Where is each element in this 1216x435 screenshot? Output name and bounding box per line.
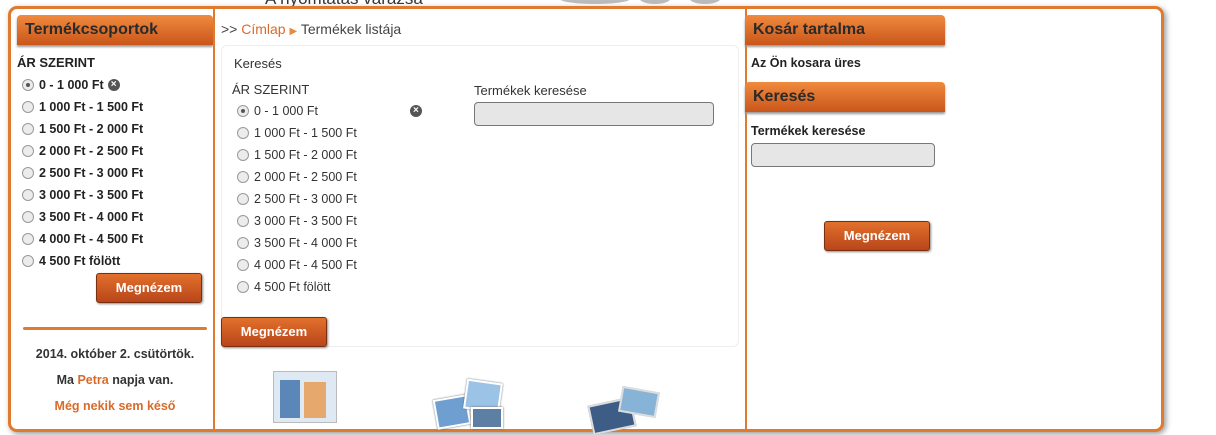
- search-panel: Keresés ÁR SZERINT 0 - 1 000 Ft × 1 000 Ft…: [221, 45, 739, 347]
- logo-decoration: [640, 0, 670, 4]
- price-option[interactable]: 2 500 Ft - 3 000 Ft: [17, 162, 213, 184]
- price-filter-options: 0 - 1 000 Ft × 1 000 Ft - 1 500 Ft 1 500 Ft…: [17, 74, 213, 272]
- price-option[interactable]: 3 500 Ft - 4 000 Ft: [232, 232, 442, 254]
- price-option-label: 4 000 Ft - 4 500 Ft: [254, 258, 357, 272]
- view-button[interactable]: Megnézem: [96, 273, 202, 303]
- price-filter-title: ÁR SZERINT: [232, 82, 310, 97]
- radio-button[interactable]: [237, 259, 249, 271]
- search-input[interactable]: [751, 143, 935, 167]
- price-filter-title: ÁR SZERINT: [17, 55, 95, 70]
- product-thumbnail[interactable]: [432, 378, 505, 430]
- radio-button[interactable]: [22, 145, 34, 157]
- price-option[interactable]: 3 500 Ft - 4 000 Ft: [17, 206, 213, 228]
- radio-button[interactable]: [237, 171, 249, 183]
- price-option[interactable]: 0 - 1 000 Ft ×: [17, 74, 213, 96]
- view-button[interactable]: Megnézem: [824, 221, 930, 251]
- search-panel-title: Keresés: [234, 56, 282, 71]
- divider: [23, 327, 207, 330]
- price-option-label: 2 500 Ft - 3 000 Ft: [39, 166, 144, 180]
- radio-button[interactable]: [237, 105, 249, 117]
- price-option-label: 1 000 Ft - 1 500 Ft: [254, 126, 357, 140]
- price-option-label: 0 - 1 000 Ft: [254, 104, 318, 118]
- radio-button[interactable]: [22, 211, 34, 223]
- price-option-label: 3 000 Ft - 3 500 Ft: [39, 188, 144, 202]
- price-option[interactable]: 4 500 Ft fölött: [232, 276, 442, 298]
- price-option-label: 2 000 Ft - 2 500 Ft: [39, 144, 144, 158]
- nameday-prefix: Ma: [56, 373, 74, 387]
- price-option-label: 2 000 Ft - 2 500 Ft: [254, 170, 357, 184]
- price-option-label: 1 500 Ft - 2 000 Ft: [254, 148, 357, 162]
- price-option[interactable]: 4 000 Ft - 4 500 Ft: [17, 228, 213, 250]
- breadcrumb-home-link[interactable]: Címlap: [241, 21, 285, 37]
- nameday-name: Petra: [77, 373, 109, 387]
- radio-button[interactable]: [237, 281, 249, 293]
- radio-button[interactable]: [22, 123, 34, 135]
- price-option-label: 4 000 Ft - 4 500 Ft: [39, 232, 144, 246]
- price-option[interactable]: 3 000 Ft - 3 500 Ft: [232, 210, 442, 232]
- breadcrumb-current: Termékek listája: [300, 21, 402, 37]
- breadcrumb: >> Címlap ▶ Termékek listája: [215, 9, 745, 37]
- nameday-text: Ma Petra napja van.: [17, 373, 213, 387]
- price-option-label: 4 500 Ft fölött: [39, 254, 121, 268]
- price-option-label: 1 000 Ft - 1 500 Ft: [39, 100, 144, 114]
- radio-button[interactable]: [22, 79, 34, 91]
- nameday-suffix: napja van.: [112, 373, 174, 387]
- radio-button[interactable]: [22, 189, 34, 201]
- search-input[interactable]: [474, 102, 714, 126]
- radio-button[interactable]: [237, 193, 249, 205]
- price-option[interactable]: 4 500 Ft fölött: [17, 250, 213, 272]
- price-option-label: 3 500 Ft - 4 000 Ft: [39, 210, 144, 224]
- search-header: Keresés: [745, 82, 945, 112]
- radio-button[interactable]: [237, 149, 249, 161]
- price-option-label: 4 500 Ft fölött: [254, 280, 331, 294]
- radio-button[interactable]: [22, 101, 34, 113]
- radio-button[interactable]: [237, 215, 249, 227]
- search-label: Termékek keresése: [474, 83, 587, 98]
- price-option[interactable]: 2 000 Ft - 2 500 Ft: [17, 140, 213, 162]
- close-circle-icon[interactable]: ×: [409, 105, 422, 117]
- price-option[interactable]: 1 000 Ft - 1 500 Ft: [232, 122, 442, 144]
- logo-decoration: [690, 0, 720, 4]
- nameday-link[interactable]: Még nekik sem késő: [17, 399, 213, 413]
- close-circle-icon[interactable]: ×: [107, 79, 120, 91]
- date-text: 2014. október 2. csütörtök.: [35, 347, 195, 361]
- price-filter-options: 0 - 1 000 Ft × 1 000 Ft - 1 500 Ft 1 500 Ft…: [232, 100, 442, 298]
- view-button[interactable]: Megnézem: [221, 317, 327, 347]
- price-option[interactable]: 1 500 Ft - 2 000 Ft: [232, 144, 442, 166]
- radio-button[interactable]: [237, 127, 249, 139]
- left-sidebar: Termékcsoportok ÁR SZERINT 0 - 1 000 Ft ×…: [17, 9, 213, 429]
- cart-header: Kosár tartalma: [745, 15, 945, 45]
- page-frame: Termékcsoportok ÁR SZERINT 0 - 1 000 Ft ×…: [8, 6, 1164, 435]
- price-option-label: 3 000 Ft - 3 500 Ft: [254, 214, 357, 228]
- price-option[interactable]: 2 500 Ft - 3 000 Ft: [232, 188, 442, 210]
- price-option-label: 0 - 1 000 Ft: [39, 78, 104, 92]
- radio-button[interactable]: [22, 233, 34, 245]
- price-option[interactable]: 1 500 Ft - 2 000 Ft: [17, 118, 213, 140]
- breadcrumb-prefix: >>: [221, 21, 238, 37]
- cart-empty-text: Az Ön kosara üres: [751, 56, 861, 70]
- radio-button[interactable]: [22, 167, 34, 179]
- price-option-label: 1 500 Ft - 2 000 Ft: [39, 122, 144, 136]
- price-option[interactable]: 4 000 Ft - 4 500 Ft: [232, 254, 442, 276]
- price-option[interactable]: 0 - 1 000 Ft ×: [232, 100, 442, 122]
- product-thumbnail[interactable]: [273, 371, 337, 423]
- price-option-label: 2 500 Ft - 3 000 Ft: [254, 192, 357, 206]
- price-option[interactable]: 2 000 Ft - 2 500 Ft: [232, 166, 442, 188]
- search-label: Termékek keresése: [751, 124, 866, 138]
- product-thumbnail[interactable]: [587, 385, 660, 435]
- price-option-label: 3 500 Ft - 4 000 Ft: [254, 236, 357, 250]
- radio-button[interactable]: [22, 255, 34, 267]
- right-sidebar: Kosár tartalma Az Ön kosara üres Keresés…: [745, 9, 945, 429]
- logo-decoration: [560, 0, 630, 4]
- main-content: >> Címlap ▶ Termékek listája Keresés ÁR …: [213, 9, 747, 435]
- price-option[interactable]: 3 000 Ft - 3 500 Ft: [17, 184, 213, 206]
- product-groups-header: Termékcsoportok: [17, 15, 213, 45]
- radio-button[interactable]: [237, 237, 249, 249]
- triangle-right-icon: ▶: [289, 26, 298, 37]
- price-option[interactable]: 1 000 Ft - 1 500 Ft: [17, 96, 213, 118]
